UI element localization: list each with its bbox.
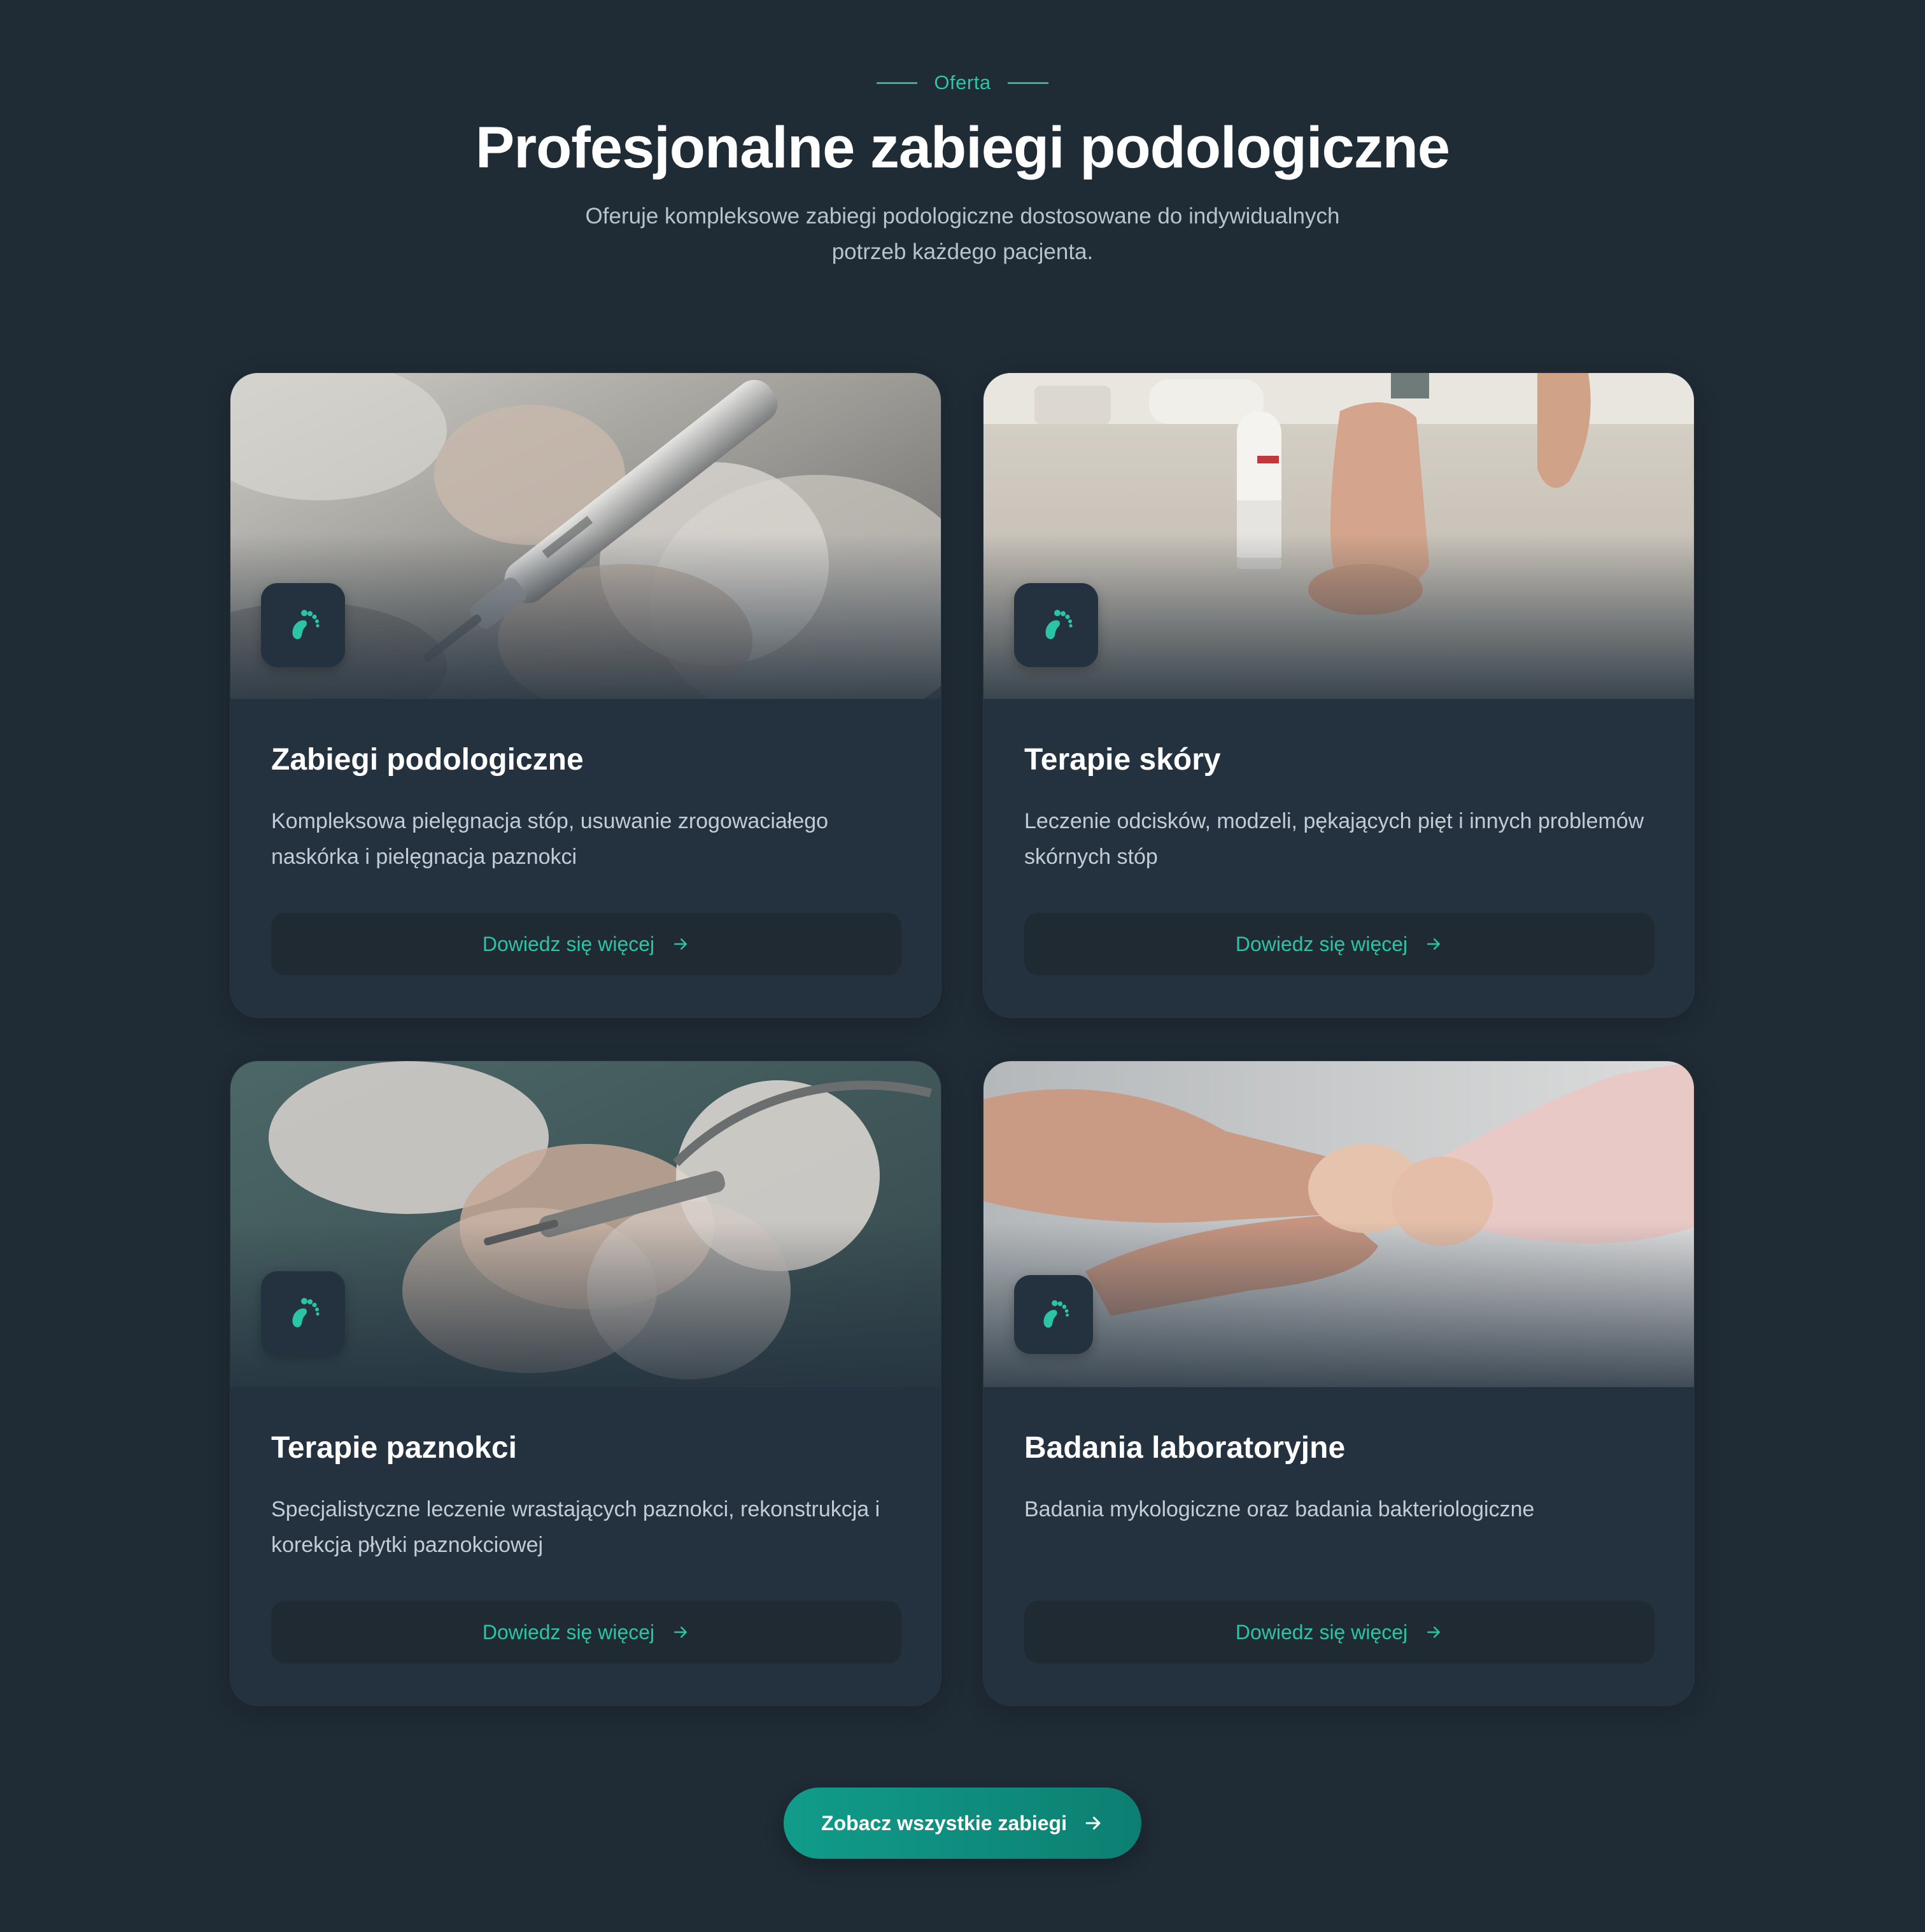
card-description: Leczenie odcisków, modzeli, pękających p… [1024,809,1644,869]
learn-more-label: Dowiedz się więcej [1235,1620,1408,1644]
arrow-right-icon [1085,1816,1101,1830]
footprint-icon [1014,583,1098,667]
service-card: Terapie skóry Leczenie odcisków, modzeli… [983,372,1695,1018]
footprint-icon [261,583,345,667]
arrow-right-icon [674,1626,688,1638]
card-description: Badania mykologiczne oraz badania bakter… [1024,1497,1535,1521]
eyebrow-line-right [1007,81,1048,84]
card-title: Zabiegi podologiczne [271,743,584,777]
arrow-right-icon [1427,1626,1441,1638]
learn-more-label: Dowiedz się więcej [1235,932,1408,955]
footprint-icon [1014,1275,1093,1354]
learn-more-label: Dowiedz się więcej [482,932,655,955]
eyebrow-line-left [877,81,918,84]
learn-more-label: Dowiedz się więcej [482,1620,655,1644]
learn-more-button[interactable]: Dowiedz się więcej [1024,1601,1654,1663]
service-card: Zabiegi podologiczne Kompleksowa pielęgn… [230,372,941,1018]
card-description: Kompleksowa pielęgnacja stóp, usuwanie z… [271,809,829,869]
section-title: Profesjonalne zabiegi podologiczne [475,115,1450,180]
arrow-right-icon [1427,938,1441,950]
footprint-icon [261,1271,345,1355]
card-title: Terapie skóry [1024,743,1221,777]
learn-more-button[interactable]: Dowiedz się więcej [1024,913,1654,975]
card-description: Specjalistyczne leczenie wrastających pa… [271,1497,880,1557]
learn-more-button[interactable]: Dowiedz się więcej [271,913,901,975]
section-subtitle: Oferuje kompleksowe zabiegi podologiczne… [585,204,1340,264]
eyebrow-label: Oferta [934,71,991,94]
service-card: Badania laboratoryjne Badania mykologicz… [983,1061,1695,1706]
see-all-treatments-label: Zobacz wszystkie zabiegi [821,1811,1067,1835]
card-title: Badania laboratoryjne [1024,1431,1346,1465]
learn-more-button[interactable]: Dowiedz się więcej [271,1601,901,1663]
section-eyebrow: Oferta [0,71,1925,94]
arrow-right-icon [674,938,688,950]
see-all-treatments-button[interactable]: Zobacz wszystkie zabiegi [784,1787,1141,1859]
service-card: Terapie paznokci Specjalistyczne leczeni… [230,1061,941,1706]
card-title: Terapie paznokci [271,1431,517,1465]
